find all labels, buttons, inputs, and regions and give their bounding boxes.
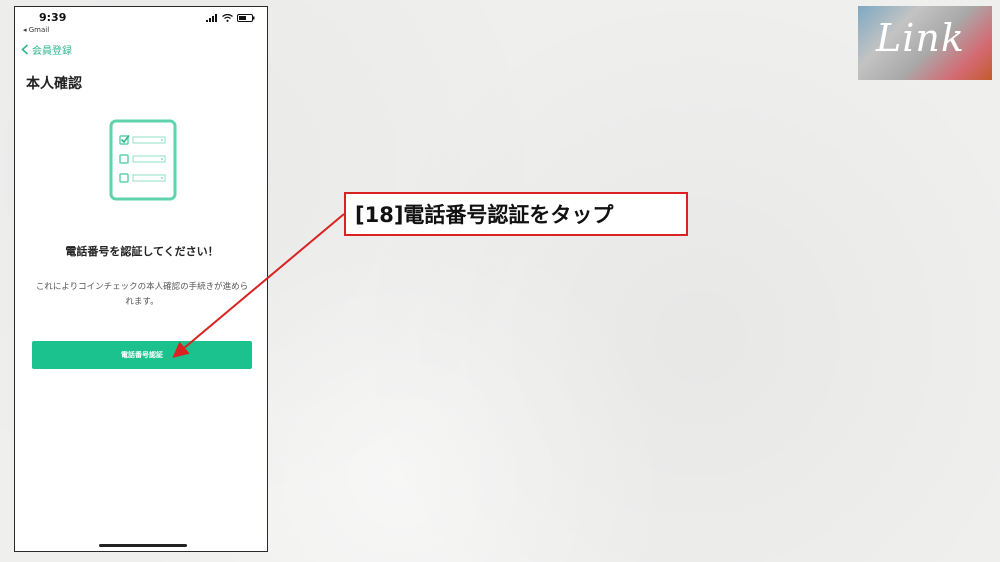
link-logo: Link (858, 6, 992, 80)
logo-text: Link (876, 16, 965, 60)
annotation-arrow (172, 213, 345, 358)
